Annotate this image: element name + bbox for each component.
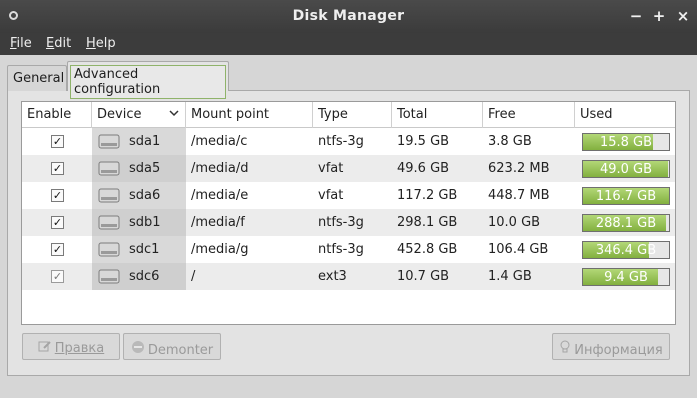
hard-drive-icon <box>98 269 120 284</box>
used-progress-bar: 15.8 GB <box>582 133 670 151</box>
device-name: sdb1 <box>129 215 161 230</box>
menu-file[interactable]: File <box>10 36 32 51</box>
total-size: 49.6 GB <box>397 161 450 176</box>
used-progress-bar: 9.4 GB <box>582 268 670 286</box>
fs-type: ntfs-3g <box>318 242 364 257</box>
free-size: 1.4 GB <box>488 269 532 284</box>
tab-general[interactable]: General <box>7 65 67 91</box>
free-size: 106.4 GB <box>488 242 549 257</box>
tab-advanced-label: Advanced configuration <box>70 65 226 99</box>
used-progress-bar: 346.4 GB <box>582 241 670 259</box>
close-button[interactable]: × <box>674 6 692 26</box>
total-size: 19.5 GB <box>397 134 450 149</box>
device-name: sda1 <box>129 134 161 149</box>
mount-point: /media/f <box>191 215 245 230</box>
enable-checkbox-disabled: ✓ <box>51 270 64 283</box>
maximize-button[interactable]: + <box>650 6 668 26</box>
device-name: sdc6 <box>129 269 160 284</box>
hard-drive-icon <box>98 215 120 230</box>
hard-drive-icon <box>98 161 120 176</box>
column-header-mount-point[interactable]: Mount point <box>186 102 313 128</box>
enable-checkbox[interactable]: ✓ <box>51 243 64 256</box>
device-name: sda5 <box>129 161 161 176</box>
hard-drive-icon <box>98 188 120 203</box>
menu-bar: File Edit Help <box>0 33 697 55</box>
fs-type: ntfs-3g <box>318 215 364 230</box>
edit-button[interactable]: Правка <box>22 333 120 360</box>
fs-type: ext3 <box>318 269 347 284</box>
total-size: 10.7 GB <box>397 269 450 284</box>
title-bar: Disk Manager − + × <box>0 0 697 33</box>
lightbulb-icon <box>559 340 571 358</box>
menu-help[interactable]: Help <box>86 36 116 51</box>
table-row[interactable]: ✓ sdc1 /media/g ntfs-3g 452.8 GB 106.4 G… <box>22 236 675 263</box>
mount-point: /media/c <box>191 134 248 149</box>
hard-drive-icon <box>98 134 120 149</box>
window-title: Disk Manager <box>292 8 405 24</box>
info-button[interactable]: Информация <box>552 333 670 360</box>
mount-point: /media/g <box>191 242 249 257</box>
edit-icon <box>38 340 52 356</box>
minus-circle-icon <box>131 340 145 358</box>
column-header-used[interactable]: Used <box>575 102 675 128</box>
fs-type: ntfs-3g <box>318 134 364 149</box>
free-size: 623.2 MB <box>488 161 550 176</box>
mount-point: /media/e <box>191 188 249 203</box>
mount-point: /media/d <box>191 161 249 176</box>
used-progress-bar: 288.1 GB <box>582 214 670 232</box>
fs-type: vfat <box>318 161 344 176</box>
fs-type: vfat <box>318 188 344 203</box>
total-size: 452.8 GB <box>397 242 458 257</box>
column-header-free[interactable]: Free <box>483 102 575 128</box>
used-progress-bar: 49.0 GB <box>582 160 670 178</box>
minimize-button[interactable]: − <box>627 6 645 26</box>
chevron-down-icon <box>169 106 179 123</box>
enable-checkbox[interactable]: ✓ <box>51 216 64 229</box>
free-size: 3.8 GB <box>488 134 532 149</box>
column-header-type[interactable]: Type <box>313 102 392 128</box>
used-progress-bar: 116.7 GB <box>582 187 670 205</box>
free-size: 448.7 MB <box>488 188 550 203</box>
hard-drive-icon <box>98 242 120 257</box>
column-header-enable[interactable]: Enable <box>22 102 92 128</box>
device-name: sdc1 <box>129 242 160 257</box>
disk-table: Enable Device Mount point Type Total Fre… <box>21 101 676 325</box>
enable-checkbox[interactable]: ✓ <box>51 189 64 202</box>
total-size: 117.2 GB <box>397 188 458 203</box>
table-row[interactable]: ✓ sdc6 / ext3 10.7 GB 1.4 GB 9.4 GB <box>22 263 675 290</box>
tab-advanced-configuration[interactable]: Advanced configuration <box>67 61 229 99</box>
menu-edit[interactable]: Edit <box>46 36 71 51</box>
table-row[interactable]: ✓ sda5 /media/d vfat 49.6 GB 623.2 MB 49… <box>22 155 675 182</box>
mount-point: / <box>191 269 196 284</box>
free-size: 10.0 GB <box>488 215 541 230</box>
table-header: Enable Device Mount point Type Total Fre… <box>22 102 675 128</box>
table-row[interactable]: ✓ sdb1 /media/f ntfs-3g 298.1 GB 10.0 GB… <box>22 209 675 236</box>
unmount-button[interactable]: Demonter <box>123 333 221 360</box>
enable-checkbox[interactable]: ✓ <box>51 162 64 175</box>
table-row[interactable]: ✓ sda1 /media/c ntfs-3g 19.5 GB 3.8 GB 1… <box>22 128 675 155</box>
enable-checkbox[interactable]: ✓ <box>51 135 64 148</box>
device-name: sda6 <box>129 188 161 203</box>
column-header-device[interactable]: Device <box>92 102 186 128</box>
column-header-total[interactable]: Total <box>392 102 483 128</box>
table-row[interactable]: ✓ sda6 /media/e vfat 117.2 GB 448.7 MB 1… <box>22 182 675 209</box>
total-size: 298.1 GB <box>397 215 458 230</box>
